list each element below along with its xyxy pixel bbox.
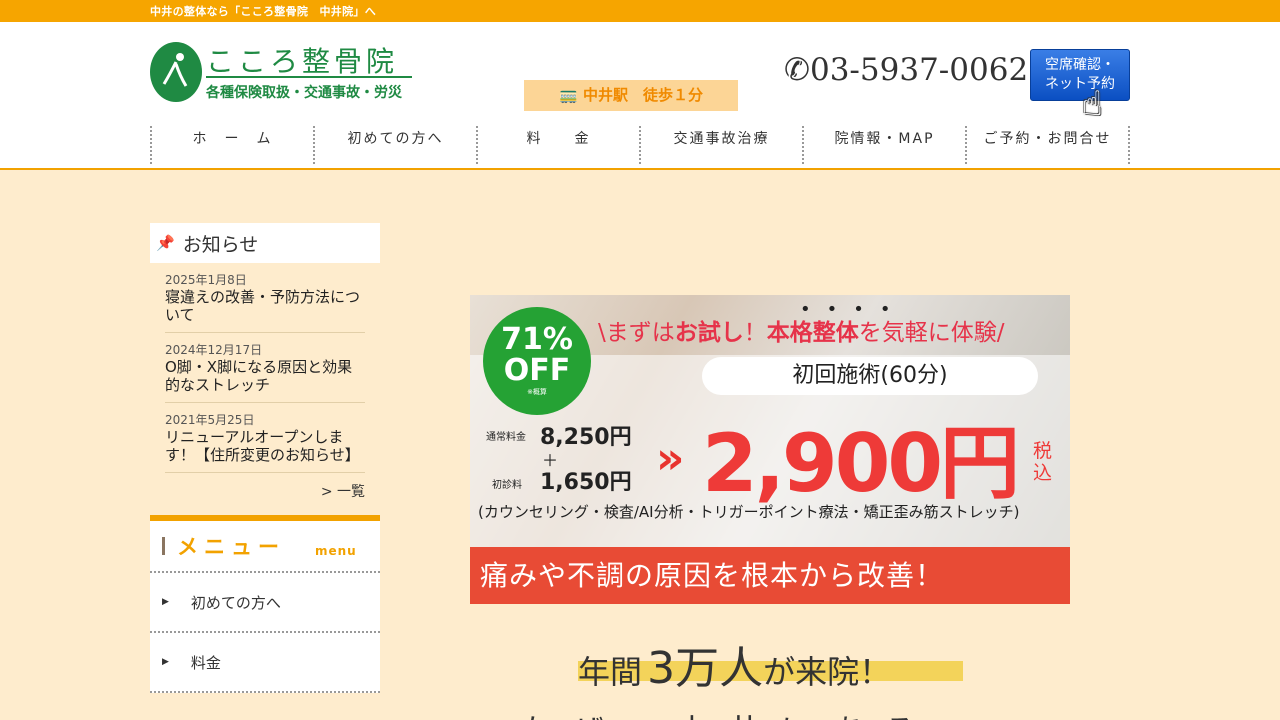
first-visit-fee-label: 初診料 <box>492 480 522 491</box>
station-text: 中井駅 徒歩１分 <box>582 86 703 104</box>
menu-item-label: 初めての方へ <box>190 593 281 612</box>
nav-clinic-info[interactable]: 院情報・MAP <box>802 126 965 164</box>
news-more-link[interactable]: > 一覧 <box>150 473 380 501</box>
nav-pricing[interactable]: 料 金 <box>476 126 639 164</box>
news-item[interactable]: 2024年12月17日 O脚・X脚になる原因と効果的なストレッチ <box>165 341 365 403</box>
news-item[interactable]: 2025年1月8日 寝違えの改善・予防方法について <box>165 271 365 333</box>
menu-heading-text: メニュー <box>177 535 285 559</box>
discount-label: OFF <box>503 353 571 388</box>
discount-note: ※概算 <box>527 388 547 396</box>
news-date: 2025年1月8日 <box>165 273 247 287</box>
included-services: (カウンセリング・検査/AI分析・トリガーポイント療法・矯正歪み筋ストレッチ) <box>478 503 1020 521</box>
global-nav: ホ ー ム 初めての方へ 料 金 交通事故治療 院情報・MAP ご予約・お問合せ <box>150 126 1130 164</box>
top-announcement-bar: 中井の整体なら「こころ整骨院 中井院」へ <box>0 0 1280 22</box>
pushpin-icon: 📌 <box>156 234 175 252</box>
online-reservation-button[interactable]: 空席確認・ ネット予約 <box>1030 49 1130 101</box>
trial-offer-banner[interactable]: •••• 71% OFF ※概算 \まずはお試し！本格整体を気軽に体験/ 初回施… <box>470 295 1070 604</box>
news-item[interactable]: 2021年5月25日 リニューアルオープンします！【住所変更のお知らせ】 <box>165 411 365 473</box>
visits-number: 3万人 <box>647 643 764 694</box>
menu-box: メニュー menu ▶ 初めての方へ ▶ 料金 <box>150 515 380 693</box>
phone-number[interactable]: ✆03-5937-0062 <box>784 52 1028 88</box>
clinic-logo[interactable]: こころ整骨院 各種保険取扱・交通事故・労災 <box>150 42 415 106</box>
phone-text: 03-5937-0062 <box>809 52 1029 88</box>
news-title[interactable]: O脚・X脚になる原因と効果的なストレッチ <box>165 358 365 394</box>
menu-item-first-visit[interactable]: ▶ 初めての方へ <box>150 573 380 633</box>
news-date: 2021年5月25日 <box>165 413 255 427</box>
sidebar: 📌 お知らせ 2025年1月8日 寝違えの改善・予防方法について 2024年12… <box>150 223 380 693</box>
trial-price: 2,900円 <box>702 417 1020 510</box>
nav-first-visit[interactable]: 初めての方へ <box>313 126 476 164</box>
reservation-label-2: ネット予約 <box>1045 76 1115 92</box>
nav-traffic-accident[interactable]: 交通事故治療 <box>639 126 802 164</box>
news-title[interactable]: 寝違えの改善・予防方法について <box>165 288 365 324</box>
logo-mark-icon <box>150 42 202 102</box>
first-session-label: 初回施術(60分) <box>702 357 1038 395</box>
menu-item-label: 料金 <box>190 653 221 672</box>
discount-percent: 71% <box>501 322 573 357</box>
station-access-badge: 🚃 中井駅 徒歩１分 <box>524 80 738 111</box>
news-heading: 📌 お知らせ <box>150 223 380 263</box>
menu-heading-en: menu <box>315 544 357 558</box>
menu-item-pricing[interactable]: ▶ 料金 <box>150 633 380 693</box>
logo-name: こころ整骨院 <box>206 45 399 78</box>
news-date: 2024年12月17日 <box>165 343 263 357</box>
tax-included-label: 税込 <box>1033 440 1053 484</box>
site-header: こころ整骨院 各種保険取扱・交通事故・労災 🚃 中井駅 徒歩１分 ✆03-593… <box>0 22 1280 170</box>
annual-visits-heading: 年間 3万人が来院！ <box>578 632 963 696</box>
nav-reservation[interactable]: ご予約・お問合せ <box>965 126 1130 164</box>
pointing-hand-icon: ☝ <box>1082 84 1103 124</box>
news-title[interactable]: リニューアルオープンします！【住所変更のお知らせ】 <box>165 428 365 464</box>
menu-heading-bar <box>162 537 165 555</box>
regular-price-label: 通常料金 <box>486 432 526 443</box>
logo-subtitle: 各種保険取扱・交通事故・労災 <box>206 85 402 101</box>
news-heading-text: お知らせ <box>182 233 259 256</box>
triangle-right-icon: ▶ <box>162 657 169 667</box>
reservation-label-1: 空席確認・ <box>1045 57 1115 73</box>
double-chevron-icon: » <box>656 433 685 484</box>
top-announcement-text: 中井の整体なら「こころ整骨院 中井院」へ <box>150 5 376 18</box>
logo-divider <box>206 76 412 78</box>
triangle-right-icon: ▶ <box>162 597 169 607</box>
section-heading-partial: なぜ、中井にある <box>520 706 936 720</box>
banner-catchphrase: \まずはお試し！本格整体を気軽に体験/ <box>598 320 1005 346</box>
menu-heading: メニュー menu <box>150 521 380 573</box>
train-icon: 🚃 <box>559 86 583 104</box>
nav-home[interactable]: ホ ー ム <box>150 126 313 164</box>
discount-badge: 71% OFF ※概算 <box>483 307 591 415</box>
banner-tagline: 痛みや不調の原因を根本から改善！ <box>470 547 1070 604</box>
first-visit-fee: 1,650円 <box>540 470 632 495</box>
phone-icon: ✆ <box>784 52 810 88</box>
